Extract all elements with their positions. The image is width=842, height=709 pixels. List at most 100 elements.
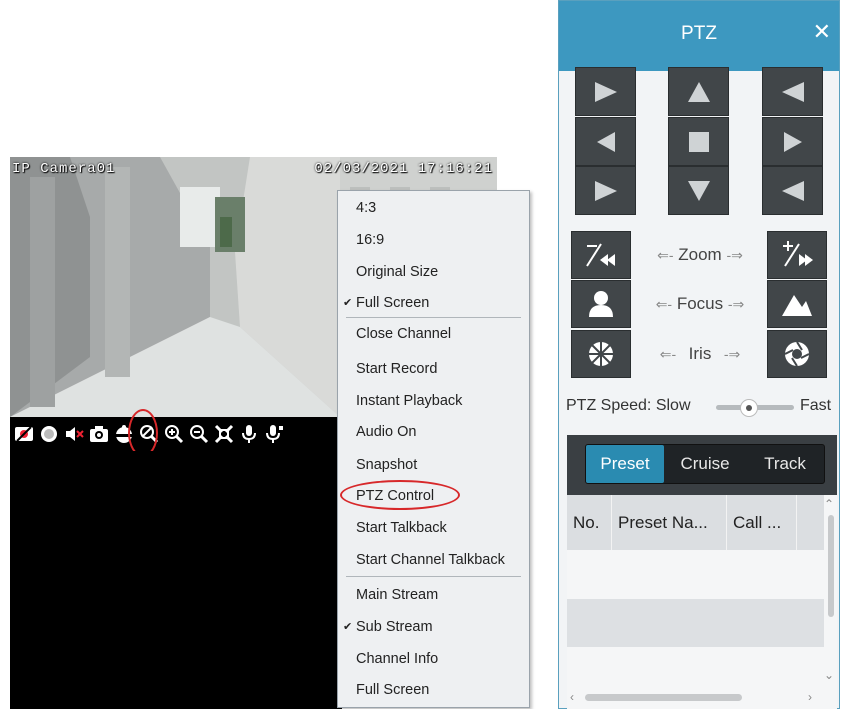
tilt-down-button[interactable] xyxy=(668,166,729,215)
menu-item-main-stream[interactable]: Main Stream xyxy=(338,580,529,610)
snapshot-icon[interactable] xyxy=(89,424,109,444)
zoom-in-button[interactable] xyxy=(767,231,827,279)
channel-talkback-icon[interactable] xyxy=(264,424,284,444)
zoom-out-icon xyxy=(586,243,615,267)
menu-item-label: Instant Playback xyxy=(356,393,463,409)
tab-track[interactable]: Track xyxy=(746,445,824,483)
menu-item-sub-stream[interactable]: ✔ Sub Stream xyxy=(338,612,529,642)
horizontal-scrollbar-thumb[interactable] xyxy=(585,694,742,701)
ptz-speed-label: PTZ Speed: Slow xyxy=(566,397,691,414)
menu-separator xyxy=(346,576,521,577)
timestamp-overlay: 02/03/2021 17:16:21 xyxy=(314,161,493,177)
menu-item-label: Close Channel xyxy=(356,326,452,342)
column-header[interactable]: Call ... xyxy=(727,495,797,550)
focus-near-button[interactable] xyxy=(571,280,631,328)
pan-down-left-button[interactable] xyxy=(575,166,636,215)
column-header[interactable]: Preset Na... xyxy=(612,495,727,550)
pan-up-right-button[interactable] xyxy=(762,67,823,116)
menu-item-original-size[interactable]: Original Size xyxy=(338,257,529,287)
focus-label-row: ⇐- Focus -⇒ xyxy=(655,294,745,313)
ptz-header: PTZ ✕ xyxy=(559,1,839,71)
menu-item-label: Snapshot xyxy=(356,457,418,473)
check-icon: ✔ xyxy=(343,621,353,633)
aperture-open-icon xyxy=(784,341,810,367)
arrow-down-left-icon xyxy=(594,180,617,201)
person-icon xyxy=(589,291,613,317)
arrow-up-right-icon xyxy=(781,81,804,102)
iris-label-row: ⇐- Iris -⇒ xyxy=(659,344,741,363)
menu-item-close-channel[interactable]: Close Channel xyxy=(338,319,529,349)
menu-item-label: Original Size xyxy=(356,264,439,280)
menu-item-start-talkback[interactable]: Start Talkback xyxy=(338,513,529,543)
focus-label: Focus xyxy=(676,294,724,313)
camera-toolbar xyxy=(10,417,342,451)
zoom-in-icon xyxy=(783,241,813,267)
ptz-speed-fast-label: Fast xyxy=(800,397,832,414)
list-item[interactable] xyxy=(567,599,824,647)
pan-up-left-button[interactable] xyxy=(575,67,636,116)
menu-item-audio-on[interactable]: Audio On xyxy=(338,417,529,447)
pan-down-right-button[interactable] xyxy=(762,166,823,215)
menu-item-label: Start Channel Talkback xyxy=(356,552,505,568)
tab-preset[interactable]: Preset xyxy=(586,445,664,483)
camera-name-overlay: IP Camera01 xyxy=(12,161,116,177)
chevron-left-icon[interactable]: ‹ xyxy=(570,690,574,704)
record-off-icon[interactable] xyxy=(14,424,34,444)
fit-icon[interactable] xyxy=(214,424,234,444)
menu-item-label: Full Screen xyxy=(356,682,430,698)
column-header-empty xyxy=(797,495,824,550)
arrow-up-left-icon xyxy=(594,81,617,102)
chevron-up-icon[interactable]: ⌃ xyxy=(824,497,834,511)
menu-item-label: Sub Stream xyxy=(356,619,433,635)
ptz-control-highlight xyxy=(340,480,460,510)
chevron-down-icon[interactable]: ⌄ xyxy=(824,668,834,682)
zoom-label-row: ⇐- Zoom -⇒ xyxy=(657,245,743,264)
chevron-right-icon[interactable]: › xyxy=(808,690,812,704)
menu-item-start-channel-talkback[interactable]: Start Channel Talkback xyxy=(338,545,529,575)
menu-item-full-screen[interactable]: Full Screen xyxy=(338,675,529,705)
zoom-out-icon[interactable] xyxy=(189,424,209,444)
preset-tabs: Preset Cruise Track xyxy=(585,444,825,484)
vertical-scrollbar-thumb[interactable] xyxy=(828,515,834,617)
menu-item-full-screen[interactable]: ✔ Full Screen xyxy=(338,288,529,318)
menu-item-channel-info[interactable]: Channel Info xyxy=(338,644,529,674)
zoom-in-icon[interactable] xyxy=(164,424,184,444)
menu-item-instant-playback[interactable]: Instant Playback xyxy=(338,386,529,416)
zoom-out-button[interactable] xyxy=(571,231,631,279)
menu-item-16-9[interactable]: 16:9 xyxy=(338,225,529,255)
check-icon: ✔ xyxy=(343,297,353,309)
arrow-up-icon xyxy=(687,81,710,102)
menu-item-label: Main Stream xyxy=(356,587,439,603)
record-icon[interactable] xyxy=(39,424,59,444)
empty-channel-area[interactable] xyxy=(10,451,342,709)
microphone-icon[interactable] xyxy=(239,424,259,444)
menu-item-label: Start Record xyxy=(356,361,438,377)
menu-item-label: Start Talkback xyxy=(356,520,447,536)
stop-button[interactable] xyxy=(668,117,729,166)
arrow-right-icon xyxy=(783,131,802,152)
ptz-speed-slider-handle[interactable] xyxy=(740,399,758,417)
menu-item-4-3[interactable]: 4:3 xyxy=(338,193,529,223)
mountain-icon xyxy=(782,295,812,316)
column-header[interactable]: No. xyxy=(567,495,612,550)
iris-close-button[interactable] xyxy=(571,330,631,378)
pan-right-button[interactable] xyxy=(762,117,823,166)
stop-icon xyxy=(688,131,709,152)
iris-open-button[interactable] xyxy=(767,330,827,378)
mute-icon[interactable] xyxy=(64,424,84,444)
menu-item-label: 4:3 xyxy=(356,200,377,216)
menu-item-label: Audio On xyxy=(356,424,417,440)
menu-item-snapshot[interactable]: Snapshot xyxy=(338,450,529,480)
menu-item-start-record[interactable]: Start Record xyxy=(338,354,529,384)
context-menu: 4:3 16:9 Original Size ✔ Full Screen Close Ch… xyxy=(337,190,530,708)
pan-left-button[interactable] xyxy=(575,117,636,166)
zoom-label: Zoom xyxy=(678,245,722,264)
tilt-up-button[interactable] xyxy=(668,67,729,116)
focus-far-button[interactable] xyxy=(767,280,827,328)
arrow-down-icon xyxy=(687,180,710,201)
arrow-left-icon xyxy=(596,131,615,152)
aperture-close-icon xyxy=(589,342,613,366)
close-icon[interactable]: ✕ xyxy=(813,19,831,45)
menu-item-label: 16:9 xyxy=(356,232,385,248)
tab-cruise[interactable]: Cruise xyxy=(664,445,746,483)
